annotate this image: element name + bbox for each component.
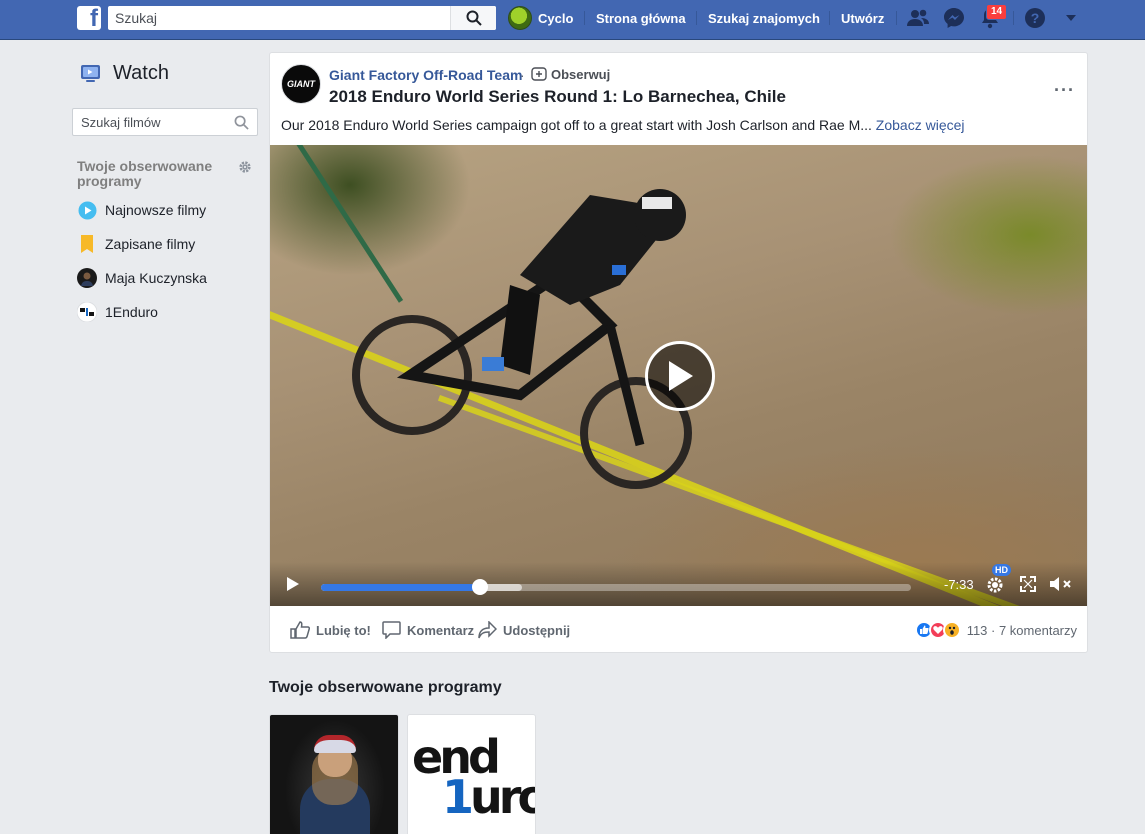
gear-icon[interactable] — [238, 160, 252, 174]
avatar — [77, 268, 97, 288]
video-controls: -7:33 HD — [270, 562, 1087, 606]
like-button[interactable]: Lubię to! — [290, 621, 371, 639]
thumbs-up-icon — [290, 621, 310, 639]
play-icon[interactable] — [286, 576, 300, 592]
nav-divider — [584, 11, 585, 25]
video-progress-bar[interactable] — [321, 579, 911, 595]
sidebar-item-saved-videos[interactable]: Zapisane filmy — [77, 233, 195, 255]
played-bar — [321, 584, 481, 591]
help-icon: ? — [1025, 8, 1045, 28]
share-icon — [478, 621, 497, 639]
chevron-down-icon — [1066, 15, 1076, 21]
bookmark-icon — [77, 234, 97, 254]
watch-title: Watch — [113, 62, 169, 84]
profile-link[interactable]: Cyclo — [508, 0, 573, 36]
account-menu-button[interactable] — [1059, 6, 1083, 30]
search-icon[interactable] — [234, 115, 249, 130]
top-navigation-bar: f Cyclo Strona główna Szukaj znajomych U… — [0, 0, 1145, 40]
rider-silhouette — [396, 189, 686, 447]
page-name-link[interactable]: Giant Factory Off-Road Team — [329, 67, 522, 83]
friends-icon — [907, 9, 929, 26]
find-friends-link[interactable]: Szukaj znajomych — [708, 0, 820, 36]
show-card-maja-kuczynska[interactable] — [269, 714, 399, 834]
description-text: Our 2018 Enduro World Series campaign go… — [281, 117, 872, 133]
create-link[interactable]: Utwórz — [841, 0, 884, 36]
share-label: Udostępnij — [503, 622, 571, 638]
volume-muted-icon[interactable] — [1049, 575, 1073, 593]
sidebar-item-maja-kuczynska[interactable]: Maja Kuczynska — [77, 267, 207, 289]
logo-digit: 1 — [442, 770, 474, 824]
video-post-card: GIANT Giant Factory Off-Road Team · Obse… — [269, 52, 1088, 653]
profile-name: Cyclo — [538, 10, 574, 26]
avatar — [77, 302, 97, 322]
global-search — [108, 6, 496, 30]
follow-plus-icon — [531, 67, 547, 81]
comment-label: Komentarz — [407, 622, 475, 638]
watch-header[interactable]: Watch — [80, 62, 169, 85]
sidebar-item-label: Najnowsze filmy — [105, 202, 207, 218]
fullscreen-icon[interactable] — [1020, 576, 1036, 592]
notification-count-badge: 14 — [986, 4, 1008, 20]
nav-divider — [1013, 11, 1014, 25]
video-search — [72, 108, 258, 136]
nav-divider — [896, 11, 897, 25]
scrubber-handle[interactable] — [472, 579, 489, 595]
sidebar-item-label: Zapisane filmy — [105, 236, 196, 252]
play-icon — [669, 361, 693, 391]
search-icon — [466, 10, 482, 26]
followed-shows-title: Twoje obserwowane programy — [269, 679, 502, 696]
nav-divider — [696, 11, 697, 25]
help-button[interactable]: ? — [1023, 6, 1047, 30]
play-circle-icon — [77, 200, 97, 220]
watch-tv-icon — [81, 65, 100, 82]
wow-reaction-icon — [942, 621, 961, 639]
home-link[interactable]: Strona główna — [596, 0, 686, 36]
global-search-input[interactable] — [108, 6, 448, 30]
page-logo-text: GIANT — [287, 79, 315, 89]
time-remaining: -7:33 — [944, 577, 974, 592]
see-more-link[interactable]: Zobacz więcej — [876, 117, 965, 133]
post-description: Our 2018 Enduro World Series campaign go… — [281, 117, 965, 133]
video-player[interactable]: -7:33 HD — [270, 145, 1087, 606]
page-avatar[interactable]: GIANT — [281, 64, 321, 104]
like-label: Lubię to! — [316, 622, 371, 638]
hd-badge: HD — [992, 564, 1011, 576]
course-pole — [290, 145, 404, 303]
facebook-logo[interactable]: f — [77, 6, 101, 30]
sidebar-item-label: 1Enduro — [105, 304, 158, 320]
sidebar-item-latest-videos[interactable]: Najnowsze filmy — [77, 199, 206, 221]
video-search-input[interactable] — [73, 109, 223, 135]
facebook-logo-letter: f — [90, 6, 98, 30]
enduro-logo: end 1uro — [412, 734, 535, 824]
follow-label: Obserwuj — [551, 66, 611, 82]
play-overlay-button[interactable] — [645, 341, 715, 411]
reaction-comment-counts: 113 · 7 komentarzy — [966, 622, 1077, 638]
more-options-button[interactable]: ··· — [1054, 81, 1075, 99]
separator-dot: · — [520, 67, 525, 83]
post-title[interactable]: 2018 Enduro World Series Round 1: Lo Bar… — [329, 87, 786, 107]
nav-divider — [829, 11, 830, 25]
comment-button[interactable]: Komentarz — [382, 621, 474, 639]
comment-icon — [382, 621, 401, 639]
follow-button[interactable]: Obserwuj — [531, 66, 610, 82]
avatar — [508, 6, 532, 30]
share-button[interactable]: Udostępnij — [478, 621, 570, 639]
messenger-icon — [944, 8, 964, 28]
followed-shows-heading: Twoje obserwowane programy — [77, 158, 213, 189]
reactions-summary[interactable]: 113 · 7 komentarzy — [914, 621, 1077, 639]
messenger-button[interactable] — [942, 6, 966, 30]
friend-requests-button[interactable] — [906, 6, 930, 30]
global-search-button[interactable] — [450, 6, 496, 30]
svg-text:?: ? — [1031, 10, 1040, 26]
show-thumbnail-figure — [314, 735, 356, 753]
sidebar-item-1enduro[interactable]: 1Enduro — [77, 301, 158, 323]
logo-text: uro — [470, 770, 535, 824]
sidebar-item-label: Maja Kuczynska — [105, 270, 207, 286]
post-actions: Lubię to! Komentarz Udostępnij 113 · 7 k… — [270, 606, 1087, 652]
show-card-1enduro[interactable]: end 1uro — [407, 714, 536, 834]
